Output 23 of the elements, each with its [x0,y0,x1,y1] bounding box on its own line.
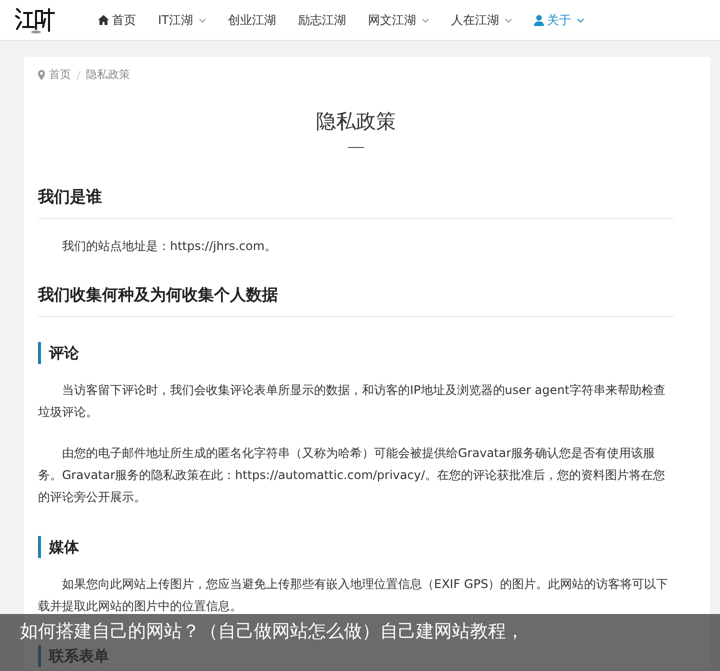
nav-link[interactable]: 人在江湖 [450,12,512,28]
logo-drawing[interactable] [14,5,56,35]
home-icon [98,15,109,25]
nav-link[interactable]: 关于 [534,12,584,28]
nav-link[interactable]: 创业江湖 [228,12,276,28]
caption-text: 如何搭建自己的网站？（自己做网站怎么做）自己建网站教程， [20,622,524,641]
nav-link[interactable]: 首页 [98,12,136,28]
subsection-heading: 评论 [38,342,674,364]
section-heading: 我们是谁 [38,186,674,219]
section-heading: 我们收集何种及为何收集个人数据 [38,284,674,317]
map-pin-icon [38,70,45,80]
paragraph: 当访客留下评论时，我们会收集评论表单所显示的数据，和访客的IP地址及浏览器的user agent字符串来帮助检查垃圾评论。 [38,382,666,421]
subsection-heading: 媒体 [38,536,674,558]
nav-link[interactable]: 网文江湖 [368,12,429,28]
nav-link[interactable]: 励志江湖 [298,12,346,28]
nav-link[interactable]: IT江湖 [158,12,206,28]
user-icon [534,14,544,26]
paragraph: 如果您向此网站上传图片，您应当避免上传那些有嵌入地理位置信息（EXIF GPS）的图片。此网站的访客将可以下载并提取此网站的图片中的位置信息。 [38,576,670,615]
breadcrumb-current: 隐私政策 [86,67,130,83]
breadcrumb-link[interactable]: 首页 [49,67,71,83]
paragraph: 由您的电子邮件地址所生成的匿名化字符串（又称为哈希）可能会被提供给Gravatar服务确认您是否有使用该服务。Gravatar服务的隐私政策在此：https://automattic.com/privacy/。在您的评论获批准后，您的资料图片将在您的评论旁公开展示。 [38,445,666,506]
page-title: 隐私政策 [316,108,396,135]
paragraph: 我们的站点地址是：https://jhrs.com。 [61,238,278,255]
